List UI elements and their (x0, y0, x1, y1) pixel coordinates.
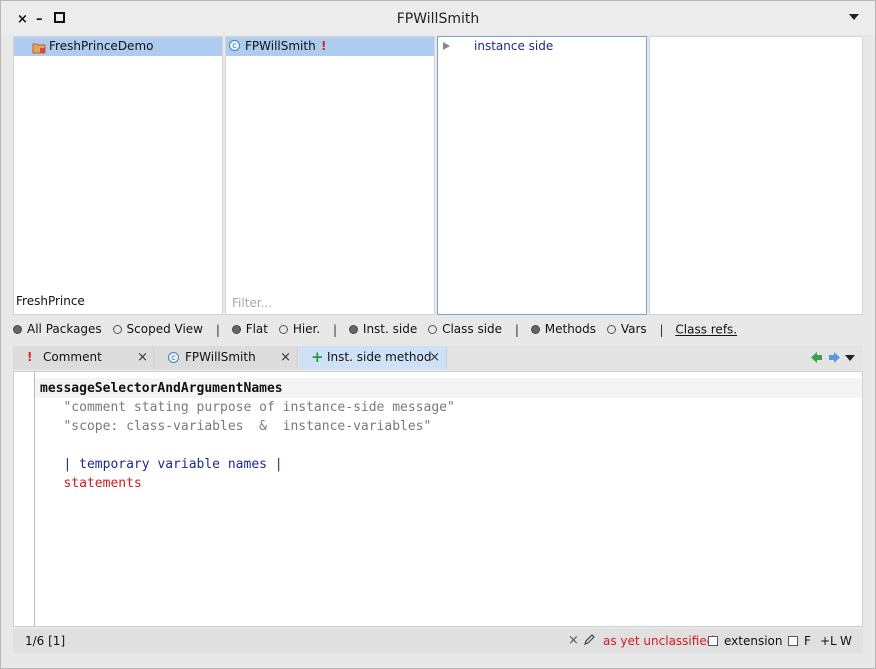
method-comment: "comment stating purpose of instance-sid… (40, 400, 455, 415)
code-text[interactable]: messageSelectorAndArgumentNames "comment… (40, 379, 455, 493)
protocol-item[interactable]: instance side (438, 37, 646, 56)
package-item[interactable]: FreshPrinceDemo (14, 37, 222, 56)
package-footer: FreshPrince (16, 294, 85, 308)
tab-label: Comment (43, 350, 102, 364)
extension-checkbox[interactable]: extension (708, 634, 783, 648)
method-list[interactable] (649, 36, 863, 315)
radio-vars[interactable]: Vars (606, 322, 647, 336)
tab-label: FPWillSmith (185, 350, 256, 364)
radio-class-side[interactable]: Class side (428, 322, 502, 336)
add-icon: + (311, 348, 324, 366)
radio-flat[interactable]: Flat (231, 322, 268, 336)
class-refs-link[interactable]: Class refs. (675, 323, 737, 337)
protocol-status[interactable]: as yet unclassified (603, 634, 714, 648)
class-list[interactable]: c FPWillSmith ! Filter... (225, 36, 435, 315)
cursor-position: 1/6 [1] (25, 634, 66, 648)
package-label: FreshPrinceDemo (49, 39, 154, 53)
package-list[interactable]: FreshPrinceDemo FreshPrince (13, 36, 223, 315)
separator: | (333, 322, 338, 337)
class-label: FPWillSmith (245, 39, 316, 53)
radio-methods[interactable]: Methods (530, 322, 596, 336)
window-menu-icon[interactable] (849, 14, 859, 20)
radio-hier[interactable]: Hier. (278, 322, 320, 336)
clear-icon[interactable]: × (568, 633, 579, 648)
forward-arrow-icon[interactable] (828, 351, 841, 367)
code-editor[interactable]: messageSelectorAndArgumentNames "comment… (13, 371, 863, 627)
separator: | (215, 322, 220, 337)
tab-label: Inst. side method (327, 350, 432, 364)
separator: | (659, 322, 664, 337)
tabs-menu-icon[interactable] (845, 355, 855, 361)
close-tab-icon[interactable]: × (137, 346, 148, 369)
radio-all-packages[interactable]: All Packages (13, 322, 102, 336)
l-toggle[interactable]: +L (820, 634, 837, 648)
protocol-list[interactable]: instance side (437, 36, 647, 315)
statements: statements (40, 476, 142, 491)
warning-icon: ! (27, 350, 33, 364)
window-title: FPWillSmith (396, 11, 480, 27)
class-item[interactable]: c FPWillSmith ! (226, 37, 434, 56)
tab-class[interactable]: c FPWillSmith × (156, 346, 298, 369)
close-tab-icon[interactable]: × (429, 346, 440, 369)
method-selector: messageSelectorAndArgumentNames (40, 381, 283, 396)
temporaries: | temporary variable names | (40, 457, 283, 472)
package-icon (32, 41, 46, 54)
edit-pencil-icon[interactable] (583, 634, 595, 649)
warning-icon: ! (321, 39, 327, 53)
status-bar: 1/6 [1] × as yet unclassified extension … (13, 629, 863, 653)
tab-inst-side-method[interactable]: + Inst. side method × (299, 346, 447, 369)
protocol-label: instance side (474, 39, 554, 53)
editor-tabs: ! Comment × c FPWillSmith × + Inst. side… (13, 346, 863, 370)
scope-comment: "scope: class-variables & instance-varia… (40, 419, 432, 434)
editor-gutter (34, 372, 35, 626)
close-tab-icon[interactable]: × (280, 346, 291, 369)
class-icon: c (168, 352, 179, 363)
separator: | (514, 322, 519, 337)
tab-comment[interactable]: ! Comment × (13, 346, 155, 369)
expand-triangle-icon[interactable] (443, 42, 450, 50)
title-bar[interactable]: × – FPWillSmith (1, 1, 875, 35)
browser-window: × – FPWillSmith FreshPrinceDemo FreshPri… (0, 0, 876, 669)
w-toggle[interactable]: W (840, 634, 852, 648)
back-arrow-icon[interactable] (810, 351, 823, 367)
scope-options: All Packages Scoped View | Flat Hier. | … (13, 322, 737, 340)
radio-scoped-view[interactable]: Scoped View (112, 322, 203, 336)
radio-inst-side[interactable]: Inst. side (348, 322, 417, 336)
class-icon: c (229, 40, 240, 51)
f-checkbox[interactable]: F (788, 634, 811, 648)
class-filter-input[interactable]: Filter... (232, 296, 272, 310)
